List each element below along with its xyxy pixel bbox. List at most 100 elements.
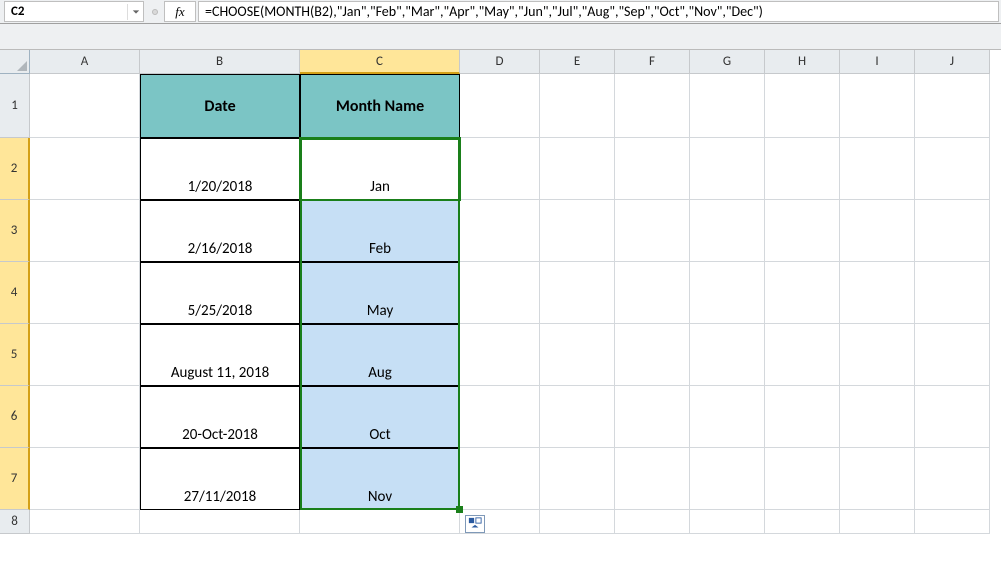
column-header-f[interactable]: F [615, 50, 690, 74]
row-header-2[interactable]: 2 [0, 138, 30, 200]
select-all-corner[interactable] [0, 50, 30, 74]
cell-i5[interactable] [840, 324, 915, 386]
column-header-d[interactable]: D [460, 50, 540, 74]
cell-d6[interactable] [460, 386, 540, 448]
cell-i4[interactable] [840, 262, 915, 324]
cell-e6[interactable] [540, 386, 615, 448]
cell-g7[interactable] [690, 448, 765, 510]
cell-e5[interactable] [540, 324, 615, 386]
cell-g4[interactable] [690, 262, 765, 324]
column-header-g[interactable]: G [690, 50, 765, 74]
cell-j6[interactable] [915, 386, 990, 448]
cell-a2[interactable] [30, 138, 140, 200]
cell-e7[interactable] [540, 448, 615, 510]
name-box[interactable]: C2 [5, 4, 127, 19]
cell-b2[interactable]: 1/20/2018 [140, 138, 300, 200]
name-box-dropdown[interactable] [127, 4, 143, 20]
row-header-3[interactable]: 3 [0, 200, 30, 262]
cell-h5[interactable] [765, 324, 840, 386]
cell-h6[interactable] [765, 386, 840, 448]
cell-h7[interactable] [765, 448, 840, 510]
row-header-6[interactable]: 6 [0, 386, 30, 448]
cell-f4[interactable] [615, 262, 690, 324]
cell-i2[interactable] [840, 138, 915, 200]
cell-f2[interactable] [615, 138, 690, 200]
cell-g6[interactable] [690, 386, 765, 448]
row-header-5[interactable]: 5 [0, 324, 30, 386]
row-header-4[interactable]: 4 [0, 262, 30, 324]
cell-c4[interactable]: May [300, 262, 460, 324]
cell-h1[interactable] [765, 74, 840, 138]
cell-d3[interactable] [460, 200, 540, 262]
row-header-8[interactable]: 8 [0, 510, 30, 534]
cell-b3[interactable]: 2/16/2018 [140, 200, 300, 262]
cell-h2[interactable] [765, 138, 840, 200]
cell-g3[interactable] [690, 200, 765, 262]
cell-j7[interactable] [915, 448, 990, 510]
cell-b4[interactable]: 5/25/2018 [140, 262, 300, 324]
insert-function-button[interactable]: fx [164, 1, 196, 22]
spreadsheet-grid[interactable]: A B C D E F G H I J 1 2 3 4 5 6 7 8 Date… [0, 50, 1001, 534]
cell-b5[interactable]: August 11, 2018 [140, 324, 300, 386]
cell-b8[interactable] [140, 510, 300, 534]
cell-a1[interactable] [30, 74, 140, 138]
cell-j3[interactable] [915, 200, 990, 262]
cell-c5[interactable]: Aug [300, 324, 460, 386]
cell-d7[interactable] [460, 448, 540, 510]
cell-f1[interactable] [615, 74, 690, 138]
cell-j1[interactable] [915, 74, 990, 138]
cell-f5[interactable] [615, 324, 690, 386]
table-header-month[interactable]: Month Name [300, 74, 460, 138]
column-header-c[interactable]: C [300, 50, 460, 74]
cell-c8[interactable] [300, 510, 460, 534]
cell-i6[interactable] [840, 386, 915, 448]
formula-bar-handle[interactable] [146, 0, 164, 23]
cell-i7[interactable] [840, 448, 915, 510]
cell-c3[interactable]: Feb [300, 200, 460, 262]
cell-d1[interactable] [460, 74, 540, 138]
cell-f8[interactable] [615, 510, 690, 534]
cell-e2[interactable] [540, 138, 615, 200]
cell-a7[interactable] [30, 448, 140, 510]
row-header-1[interactable]: 1 [0, 74, 30, 138]
column-header-j[interactable]: J [915, 50, 990, 74]
name-box-wrap[interactable]: C2 [4, 1, 144, 22]
cell-e8[interactable] [540, 510, 615, 534]
cell-g5[interactable] [690, 324, 765, 386]
cell-h8[interactable] [765, 510, 840, 534]
cell-b7[interactable]: 27/11/2018 [140, 448, 300, 510]
autofill-options-button[interactable] [465, 515, 485, 533]
cell-j8[interactable] [915, 510, 990, 534]
cell-g1[interactable] [690, 74, 765, 138]
cell-f3[interactable] [615, 200, 690, 262]
cell-i1[interactable] [840, 74, 915, 138]
cell-a5[interactable] [30, 324, 140, 386]
cell-j5[interactable] [915, 324, 990, 386]
cell-a6[interactable] [30, 386, 140, 448]
cell-c2[interactable]: Jan [300, 138, 460, 200]
cell-a8[interactable] [30, 510, 140, 534]
cell-h4[interactable] [765, 262, 840, 324]
cell-j2[interactable] [915, 138, 990, 200]
cell-d5[interactable] [460, 324, 540, 386]
cell-a3[interactable] [30, 200, 140, 262]
cell-e1[interactable] [540, 74, 615, 138]
column-header-e[interactable]: E [540, 50, 615, 74]
cell-d4[interactable] [460, 262, 540, 324]
cell-h3[interactable] [765, 200, 840, 262]
cell-g2[interactable] [690, 138, 765, 200]
cell-b6[interactable]: 20-Oct-2018 [140, 386, 300, 448]
cell-g8[interactable] [690, 510, 765, 534]
column-header-i[interactable]: I [840, 50, 915, 74]
cell-a4[interactable] [30, 262, 140, 324]
cell-e4[interactable] [540, 262, 615, 324]
cell-c6[interactable]: Oct [300, 386, 460, 448]
table-header-date[interactable]: Date [140, 74, 300, 138]
cell-e3[interactable] [540, 200, 615, 262]
cell-i8[interactable] [840, 510, 915, 534]
cell-f6[interactable] [615, 386, 690, 448]
formula-input[interactable]: =CHOOSE(MONTH(B2),"Jan","Feb","Mar","Apr… [198, 1, 999, 22]
column-header-b[interactable]: B [140, 50, 300, 74]
row-header-7[interactable]: 7 [0, 448, 30, 510]
cell-d2[interactable] [460, 138, 540, 200]
